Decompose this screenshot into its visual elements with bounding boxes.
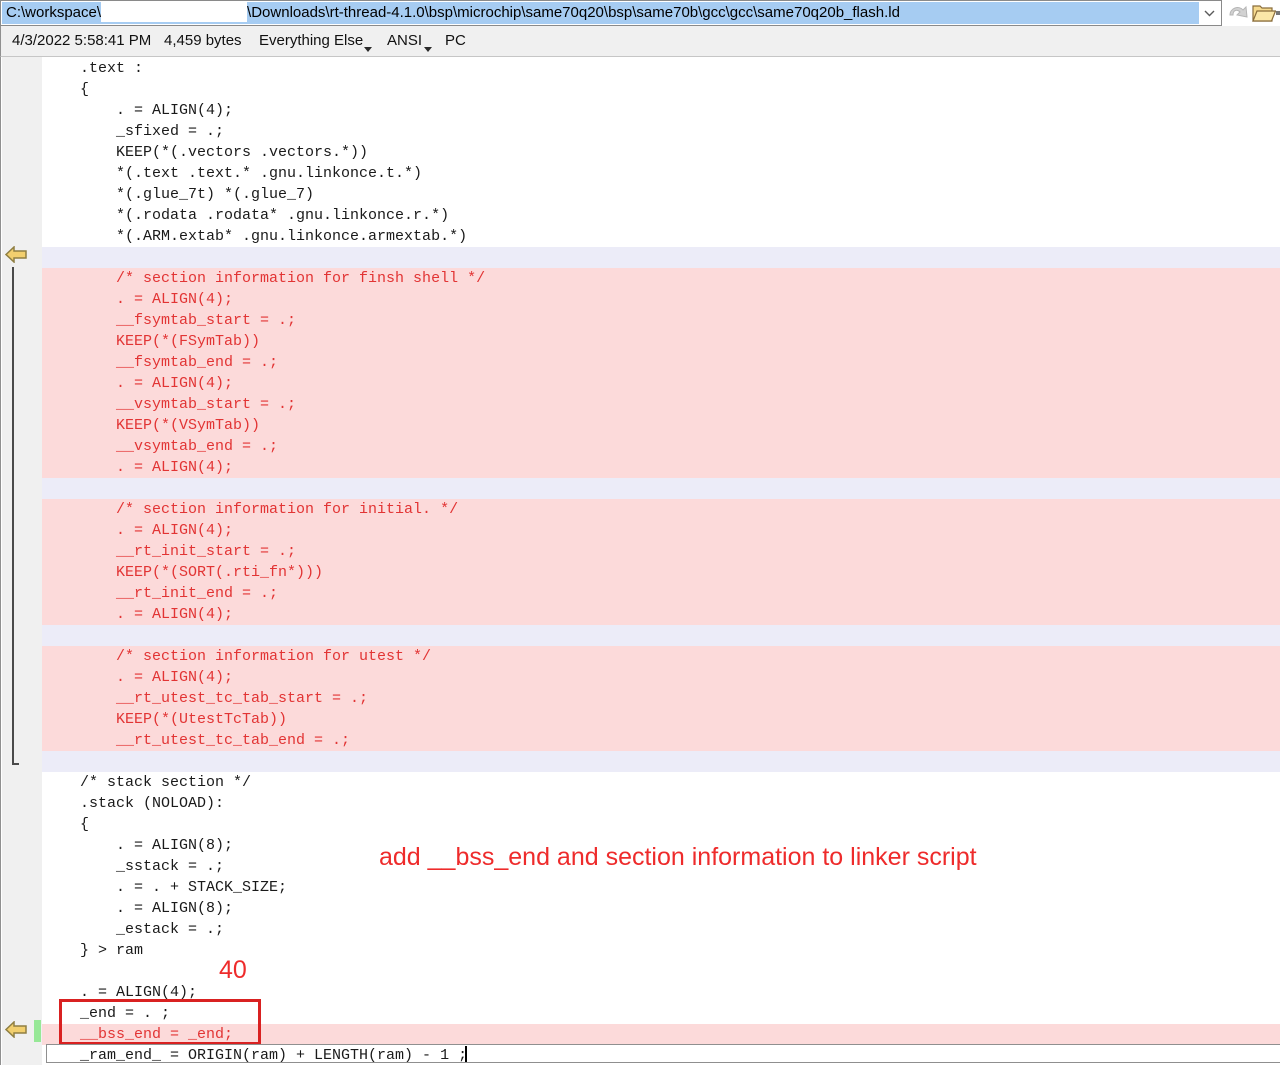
code-line: KEEP(*(FSymTab)): [42, 331, 1280, 352]
code-line: .text :: [42, 58, 1280, 79]
code-line: {: [42, 79, 1280, 100]
code-line: [42, 625, 1280, 646]
code-line: . = ALIGN(4);: [42, 373, 1280, 394]
change-marker-arrow-icon[interactable]: [5, 246, 27, 263]
code-line: *(.glue_7t) *(.glue_7): [42, 184, 1280, 205]
chevron-down-icon: [1204, 10, 1215, 17]
code-line: __fsymtab_start = .;: [42, 310, 1280, 331]
line-ending-label: PC: [445, 26, 466, 55]
clipped-edge-icon: [1276, 11, 1280, 15]
code-line: . = ALIGN(4);: [42, 289, 1280, 310]
change-marker-arrow-icon[interactable]: [5, 1021, 27, 1038]
filter-dropdown-button[interactable]: [364, 39, 372, 57]
code-line: *(.ARM.extab* .gnu.linkonce.armextab.*): [42, 226, 1280, 247]
code-line: __rt_utest_tc_tab_start = .;: [42, 688, 1280, 709]
browse-folder-button[interactable]: [1251, 2, 1276, 23]
code-line: __vsymtab_start = .;: [42, 394, 1280, 415]
code-line: *(.rodata .rodata* .gnu.linkonce.r.*): [42, 205, 1280, 226]
code-line: [42, 247, 1280, 268]
annotation-note: add __bss_end and section information to…: [379, 843, 977, 871]
code-line: __vsymtab_end = .;: [42, 436, 1280, 457]
code-line: . = ALIGN(8);: [42, 898, 1280, 919]
code-line: {: [42, 814, 1280, 835]
encoding-dropdown-label[interactable]: ANSI: [387, 26, 422, 55]
filter-dropdown-label[interactable]: Everything Else: [259, 26, 363, 55]
code-line: [42, 751, 1280, 772]
code-line: /* section information for initial. */: [42, 499, 1280, 520]
code-line: /* stack section */: [42, 772, 1280, 793]
encoding-dropdown-button[interactable]: [424, 39, 432, 57]
code-line: /* section information for finsh shell *…: [42, 268, 1280, 289]
caret-down-icon: [424, 47, 432, 52]
code-line: . = ALIGN(4);: [42, 667, 1280, 688]
change-marker-gutter: [2, 57, 42, 1065]
path-suffix: \Downloads\rt-thread-4.1.0\bsp\microchip…: [247, 4, 900, 21]
code-line: KEEP(*(VSymTab)): [42, 415, 1280, 436]
code-line: . = . + STACK_SIZE;: [42, 877, 1280, 898]
code-line: . = ALIGN(4);: [42, 457, 1280, 478]
annotation-line-number: 40: [219, 958, 247, 983]
code-line: __rt_init_end = .;: [42, 583, 1280, 604]
file-viewer-content[interactable]: .text : { . = ALIGN(4); _sfixed = .; KEE…: [0, 57, 1280, 1065]
code-lines: .text : { . = ALIGN(4); _sfixed = .; KEE…: [42, 57, 1280, 1066]
code-line: __fsymtab_end = .;: [42, 352, 1280, 373]
code-line: __rt_init_start = .;: [42, 541, 1280, 562]
path-redaction-box: [101, 2, 247, 22]
code-line: [42, 478, 1280, 499]
current-line-box: [46, 1044, 1280, 1063]
path-bar: C:\workspace\ \Downloads\rt-thread-4.1.0\…: [0, 0, 1280, 26]
code-line: . = ALIGN(4);: [42, 100, 1280, 121]
code-line: _sfixed = .;: [42, 121, 1280, 142]
code-line: . = ALIGN(4);: [42, 604, 1280, 625]
code-line: . = ALIGN(4);: [42, 520, 1280, 541]
curved-arrow-icon: [1228, 2, 1250, 22]
code-line: KEEP(*(UtestTcTab)): [42, 709, 1280, 730]
path-input[interactable]: C:\workspace\ \Downloads\rt-thread-4.1.0\…: [0, 0, 1222, 26]
code-line: _estack = .;: [42, 919, 1280, 940]
annotation-highlight-box: [59, 999, 261, 1045]
file-info-toolbar: 4/3/2022 5:58:41 PM 4,459 bytes Everythi…: [0, 26, 1280, 57]
path-prefix: C:\workspace\: [6, 4, 101, 21]
path-selected-text: C:\workspace\ \Downloads\rt-thread-4.1.0\…: [2, 2, 1201, 24]
change-region-bracket: [12, 267, 19, 765]
path-dropdown-button[interactable]: [1199, 2, 1220, 24]
code-line: /* section information for utest */: [42, 646, 1280, 667]
code-line: .stack (NOLOAD):: [42, 793, 1280, 814]
file-date: 4/3/2022 5:58:41 PM: [12, 26, 151, 55]
folder-icon: [1251, 2, 1276, 23]
file-size: 4,459 bytes: [164, 26, 242, 55]
code-line: *(.text .text.* .gnu.linkonce.t.*): [42, 163, 1280, 184]
code-line: __rt_utest_tc_tab_end = .;: [42, 730, 1280, 751]
text-caret: [465, 1046, 467, 1062]
code-line: KEEP(*(.vectors .vectors.*)): [42, 142, 1280, 163]
change-indicator-bar: [34, 1020, 41, 1042]
caret-down-icon: [364, 47, 372, 52]
code-line: KEEP(*(SORT(.rti_fn*))): [42, 562, 1280, 583]
history-button[interactable]: [1228, 2, 1250, 22]
